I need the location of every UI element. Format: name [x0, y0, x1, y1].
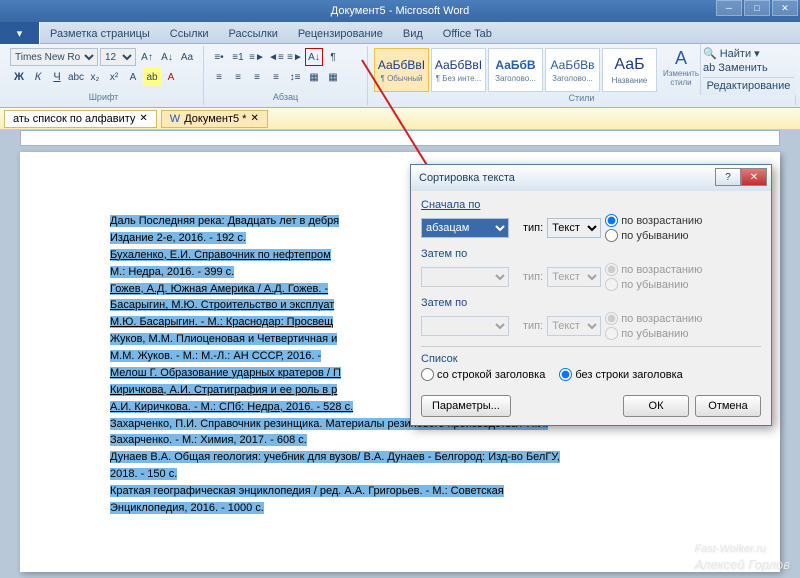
then-by-label-1: Затем по — [421, 248, 761, 260]
font-family-select[interactable]: Times New Ro — [10, 48, 98, 66]
desc-radio-2: по убыванию — [605, 278, 702, 291]
align-center-icon[interactable]: ≡ — [229, 68, 247, 86]
group-label-para: Абзац — [210, 91, 361, 103]
multilevel-icon[interactable]: ≡► — [248, 48, 266, 66]
font-size-select[interactable]: 12 — [100, 48, 136, 66]
group-font: Times New Ro 12 A↑ A↓ Aa Ж К Ч abc x₂ x²… — [4, 46, 204, 105]
tab-page-layout[interactable]: Разметка страницы — [40, 25, 160, 43]
style-normal[interactable]: АаБбВвІ¶ Обычный — [374, 48, 429, 92]
grow-font-icon[interactable]: A↑ — [138, 48, 156, 66]
ribbon-tabs: Разметка страницы Ссылки Рассылки Реценз… — [0, 22, 800, 44]
first-by-label: Сначала по — [421, 199, 761, 211]
then-by-label-2: Затем по — [421, 297, 761, 309]
app-title: Документ5 - Microsoft Word — [331, 5, 469, 17]
change-case-icon[interactable]: Aa — [178, 48, 196, 66]
style-title[interactable]: АаБНазвание — [602, 48, 657, 92]
file-tab[interactable]: ▾ — [0, 22, 40, 44]
ribbon: Times New Ro 12 A↑ A↓ Aa Ж К Ч abc x₂ x²… — [0, 44, 800, 108]
then-by-select-1[interactable] — [421, 267, 509, 287]
sort-icon[interactable]: A↓ — [305, 48, 323, 66]
editing-pane: 🔍Найти ▾ abЗаменить Редактирование — [700, 44, 796, 95]
sort-by-select[interactable]: абзацам — [421, 218, 509, 238]
shading-icon[interactable]: ▦ — [305, 68, 323, 86]
bullets-icon[interactable]: ≡• — [210, 48, 228, 66]
desc-radio-3: по убыванию — [605, 327, 702, 340]
tab-view[interactable]: Вид — [393, 25, 433, 43]
dialog-close-button[interactable]: ✕ — [741, 168, 767, 186]
horizontal-ruler[interactable] — [20, 130, 780, 146]
select-button[interactable]: Редактирование — [703, 77, 794, 93]
list-label: Список — [421, 353, 761, 365]
maximize-button[interactable]: □ — [744, 0, 770, 16]
then-type-select-1[interactable]: Текст — [547, 267, 601, 287]
numbering-icon[interactable]: ≡1 — [229, 48, 247, 66]
params-button[interactable]: Параметры... — [421, 395, 511, 417]
tab-review[interactable]: Рецензирование — [288, 25, 393, 43]
with-header-radio[interactable]: со строкой заголовка — [421, 368, 545, 381]
group-paragraph: ≡• ≡1 ≡► ◄≡ ≡► A↓ ¶ ≡ ≡ ≡ ≡ ↕≡ ▦ ▦ — [204, 46, 368, 105]
no-header-radio[interactable]: без строки заголовка — [559, 368, 682, 381]
show-marks-icon[interactable]: ¶ — [324, 48, 342, 66]
style-heading1[interactable]: АаБбВЗаголово... — [488, 48, 543, 92]
desc-radio[interactable]: по убыванию — [605, 229, 702, 242]
type-label: тип: — [523, 222, 543, 234]
justify-icon[interactable]: ≡ — [267, 68, 285, 86]
close-button[interactable]: ✕ — [772, 0, 798, 16]
doc-tab-active[interactable]: WДокумент5 * ✕ — [161, 110, 268, 128]
replace-icon: ab — [703, 62, 715, 74]
word-doc-icon: W — [170, 113, 180, 125]
shrink-font-icon[interactable]: A↓ — [158, 48, 176, 66]
minimize-button[interactable]: ─ — [716, 0, 742, 16]
title-bar: Документ5 - Microsoft Word ─ □ ✕ — [0, 0, 800, 22]
change-styles-button[interactable]: A Изменить стили — [659, 48, 703, 87]
doc-tabs-bar: ать список по алфавиту ✕ WДокумент5 * ✕ — [0, 108, 800, 130]
text-effect-icon[interactable]: A — [124, 68, 142, 86]
style-no-spacing[interactable]: АаБбВвІ¶ Без инте... — [431, 48, 486, 92]
window-controls: ─ □ ✕ — [716, 0, 798, 16]
borders-icon[interactable]: ▦ — [324, 68, 342, 86]
find-icon: 🔍 — [703, 47, 717, 60]
then-by-select-2[interactable] — [421, 316, 509, 336]
then-type-select-2[interactable]: Текст — [547, 316, 601, 336]
change-styles-icon: A — [675, 48, 687, 69]
tab-references[interactable]: Ссылки — [160, 25, 219, 43]
align-left-icon[interactable]: ≡ — [210, 68, 228, 86]
tab-mailings[interactable]: Рассылки — [219, 25, 288, 43]
dialog-help-button[interactable]: ? — [715, 168, 741, 186]
dialog-title: Сортировка текста — [419, 172, 515, 184]
highlight-icon[interactable]: ab — [143, 68, 161, 86]
style-heading2[interactable]: АаБбВвЗаголово... — [545, 48, 600, 92]
find-button[interactable]: 🔍Найти ▾ — [703, 46, 794, 61]
group-label-font: Шрифт — [10, 91, 197, 103]
subscript-icon[interactable]: x₂ — [86, 68, 104, 86]
italic-icon[interactable]: К — [29, 68, 47, 86]
align-right-icon[interactable]: ≡ — [248, 68, 266, 86]
line-spacing-icon[interactable]: ↕≡ — [286, 68, 304, 86]
cancel-button[interactable]: Отмена — [695, 395, 761, 417]
sort-dialog: Сортировка текста ? ✕ Сначала по абзацам… — [410, 164, 772, 426]
inc-indent-icon[interactable]: ≡► — [286, 48, 304, 66]
font-color-icon[interactable]: A — [162, 68, 180, 86]
tab-office-tab[interactable]: Office Tab — [433, 25, 502, 43]
dialog-titlebar[interactable]: Сортировка текста ? ✕ — [411, 165, 771, 191]
superscript-icon[interactable]: x² — [105, 68, 123, 86]
asc-radio[interactable]: по возрастанию — [605, 214, 702, 227]
bold-icon[interactable]: Ж — [10, 68, 28, 86]
underline-icon[interactable]: Ч — [48, 68, 66, 86]
sort-type-select[interactable]: Текст — [547, 218, 601, 238]
doc-tab-left[interactable]: ать список по алфавиту ✕ — [4, 110, 157, 128]
ok-button[interactable]: ОК — [623, 395, 689, 417]
asc-radio-3: по возрастанию — [605, 312, 702, 325]
asc-radio-2: по возрастанию — [605, 263, 702, 276]
dec-indent-icon[interactable]: ◄≡ — [267, 48, 285, 66]
strike-icon[interactable]: abc — [67, 68, 85, 86]
replace-button[interactable]: abЗаменить — [703, 61, 794, 75]
